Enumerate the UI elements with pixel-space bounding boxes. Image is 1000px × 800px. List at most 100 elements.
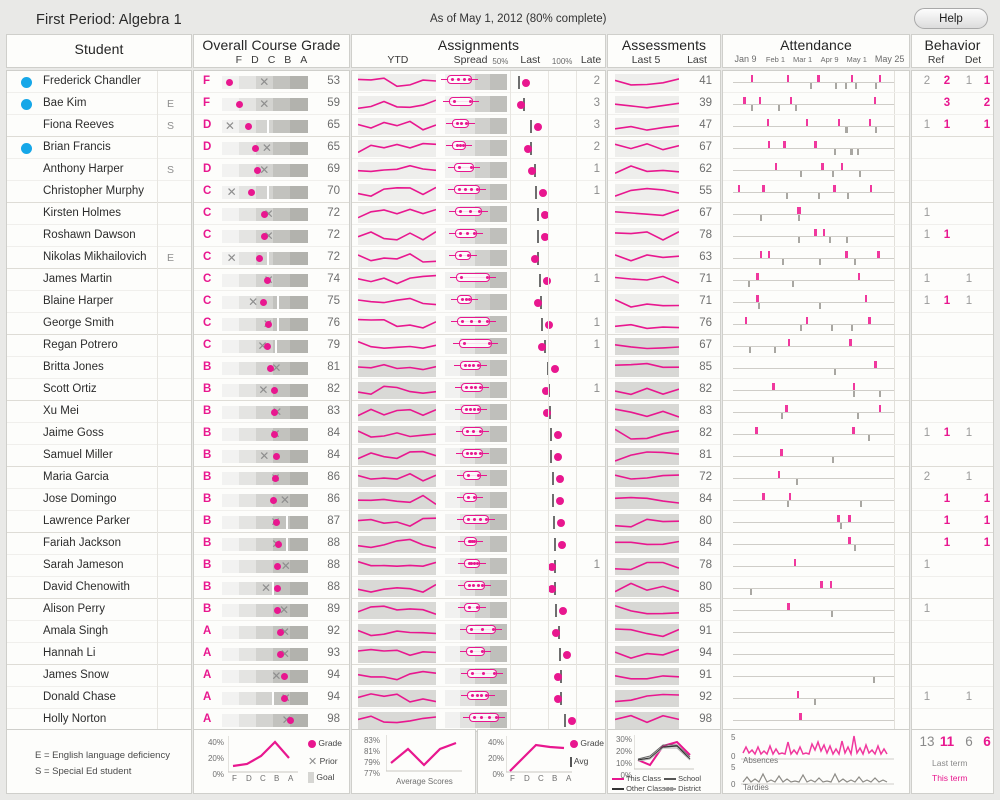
- table-row[interactable]: [352, 467, 605, 489]
- table-row[interactable]: Hannah Li: [7, 643, 191, 665]
- table-row[interactable]: [723, 247, 909, 269]
- table-row[interactable]: C ✕ 79: [194, 335, 349, 357]
- table-row[interactable]: Roshawn Dawson: [7, 225, 191, 247]
- table-row[interactable]: [912, 445, 993, 467]
- table-row[interactable]: C ✕ 75: [194, 291, 349, 313]
- table-row[interactable]: 67: [608, 335, 720, 357]
- table-row[interactable]: [723, 555, 909, 577]
- table-row[interactable]: [723, 467, 909, 489]
- table-row[interactable]: 92: [608, 687, 720, 709]
- table-row[interactable]: [723, 225, 909, 247]
- table-row[interactable]: 1: [352, 269, 605, 291]
- table-row[interactable]: Fiona Reeves S: [7, 115, 191, 137]
- table-row[interactable]: B✕86: [194, 467, 349, 489]
- table-row[interactable]: [723, 181, 909, 203]
- table-row[interactable]: 71: [608, 269, 720, 291]
- table-row[interactable]: [723, 115, 909, 137]
- table-row[interactable]: [352, 643, 605, 665]
- table-row[interactable]: B✕83: [194, 401, 349, 423]
- table-row[interactable]: A✕98: [194, 709, 349, 731]
- table-row[interactable]: C ✕ 72: [194, 203, 349, 225]
- table-row[interactable]: 67: [608, 137, 720, 159]
- table-row[interactable]: 82: [608, 423, 720, 445]
- table-row[interactable]: Holly Norton: [7, 709, 191, 731]
- table-row[interactable]: 91: [608, 621, 720, 643]
- table-row[interactable]: [912, 577, 993, 599]
- table-row[interactable]: 1: [352, 379, 605, 401]
- table-row[interactable]: [723, 159, 909, 181]
- table-row[interactable]: [723, 93, 909, 115]
- student-name[interactable]: Christopher Murphy: [43, 185, 144, 197]
- table-row[interactable]: [723, 665, 909, 687]
- student-name[interactable]: Fiona Reeves: [43, 119, 114, 131]
- student-name[interactable]: David Chenowith: [43, 581, 130, 593]
- table-row[interactable]: 55: [608, 181, 720, 203]
- table-row[interactable]: 32: [912, 93, 993, 115]
- table-row[interactable]: Kirsten Holmes: [7, 203, 191, 225]
- table-row[interactable]: Jose Domingo: [7, 489, 191, 511]
- table-row[interactable]: A✕94: [194, 687, 349, 709]
- table-row[interactable]: [723, 489, 909, 511]
- table-row[interactable]: James Snow: [7, 665, 191, 687]
- student-name[interactable]: Xu Mei: [43, 405, 79, 417]
- table-row[interactable]: B✕88: [194, 533, 349, 555]
- table-row[interactable]: [723, 687, 909, 709]
- help-button[interactable]: Help: [914, 8, 988, 29]
- table-row[interactable]: [352, 489, 605, 511]
- table-row[interactable]: [912, 665, 993, 687]
- table-row[interactable]: [723, 291, 909, 313]
- table-row[interactable]: 47: [608, 115, 720, 137]
- table-row[interactable]: [352, 225, 605, 247]
- table-row[interactable]: A✕94: [194, 665, 349, 687]
- table-row[interactable]: 94: [608, 643, 720, 665]
- table-row[interactable]: [723, 313, 909, 335]
- table-row[interactable]: 80: [608, 577, 720, 599]
- table-row[interactable]: Maria Garcia: [7, 467, 191, 489]
- student-name[interactable]: Jaime Goss: [43, 427, 104, 439]
- table-row[interactable]: Bae Kim E: [7, 93, 191, 115]
- student-name[interactable]: Bae Kim: [43, 97, 86, 109]
- table-row[interactable]: 11: [912, 269, 993, 291]
- table-row[interactable]: [723, 511, 909, 533]
- table-row[interactable]: [723, 335, 909, 357]
- table-row[interactable]: B✕84: [194, 423, 349, 445]
- table-row[interactable]: D ✕ 65: [194, 115, 349, 137]
- student-name[interactable]: Lawrence Parker: [43, 515, 130, 527]
- table-row[interactable]: B✕88: [194, 577, 349, 599]
- table-row[interactable]: [723, 379, 909, 401]
- table-row[interactable]: [352, 511, 605, 533]
- student-name[interactable]: Jose Domingo: [43, 493, 117, 505]
- table-row[interactable]: 1: [352, 555, 605, 577]
- student-name[interactable]: Scott Ortiz: [43, 383, 97, 395]
- table-row[interactable]: 11: [912, 511, 993, 533]
- table-row[interactable]: 1: [912, 203, 993, 225]
- table-row[interactable]: B ✕ 81: [194, 357, 349, 379]
- table-row[interactable]: Alison Perry: [7, 599, 191, 621]
- table-row[interactable]: Christopher Murphy: [7, 181, 191, 203]
- table-row[interactable]: Fariah Jackson: [7, 533, 191, 555]
- table-row[interactable]: [352, 445, 605, 467]
- table-row[interactable]: [912, 159, 993, 181]
- table-row[interactable]: 11: [912, 489, 993, 511]
- table-row[interactable]: B✕84: [194, 445, 349, 467]
- table-row[interactable]: [912, 709, 993, 731]
- table-row[interactable]: [912, 357, 993, 379]
- table-row[interactable]: Anthony Harper S: [7, 159, 191, 181]
- table-row[interactable]: [352, 423, 605, 445]
- table-row[interactable]: 78: [608, 555, 720, 577]
- table-row[interactable]: [912, 621, 993, 643]
- table-row[interactable]: 84: [608, 489, 720, 511]
- table-row[interactable]: C✕74: [194, 269, 349, 291]
- table-row[interactable]: [352, 687, 605, 709]
- table-row[interactable]: [723, 137, 909, 159]
- student-name[interactable]: Britta Jones: [43, 361, 104, 373]
- table-row[interactable]: [912, 379, 993, 401]
- table-row[interactable]: [723, 577, 909, 599]
- table-row[interactable]: 39: [608, 93, 720, 115]
- table-row[interactable]: 21: [912, 467, 993, 489]
- student-name[interactable]: Sarah Jameson: [43, 559, 124, 571]
- table-row[interactable]: [352, 577, 605, 599]
- table-row[interactable]: 1: [912, 555, 993, 577]
- table-row[interactable]: 1: [352, 335, 605, 357]
- table-row[interactable]: 78: [608, 225, 720, 247]
